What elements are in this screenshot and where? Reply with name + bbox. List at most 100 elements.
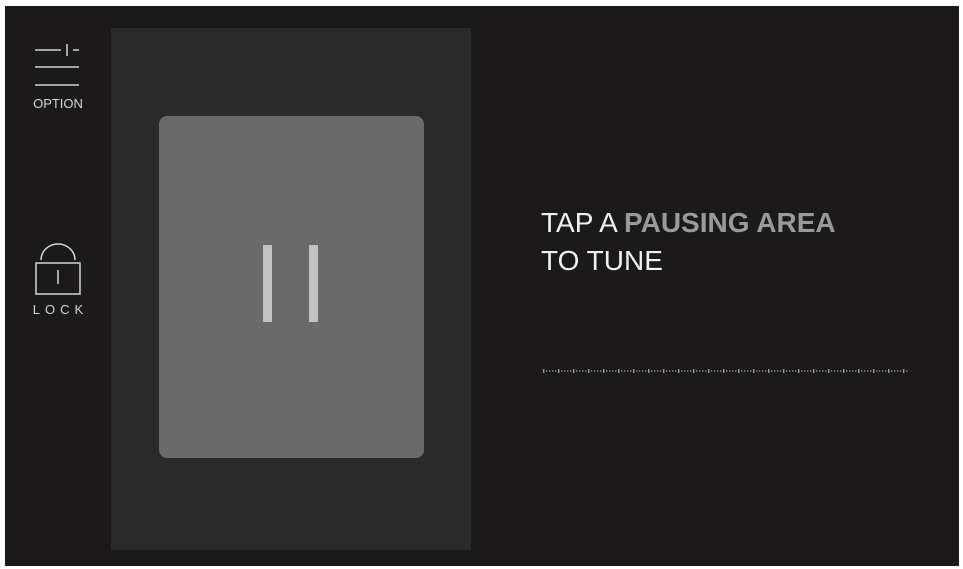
- scale-tick: [612, 370, 614, 372]
- scale-tick: [570, 370, 572, 372]
- scale-tick: [828, 369, 830, 373]
- scale-tick: [804, 370, 806, 372]
- scale-tick: [897, 370, 899, 372]
- scale-tick: [738, 369, 740, 373]
- scale-tick: [735, 370, 737, 372]
- lock-button[interactable]: LOCK: [5, 238, 111, 328]
- scale-tick: [789, 370, 791, 372]
- scale-tick: [765, 370, 767, 372]
- option-label: OPTION: [33, 96, 83, 111]
- scale-tick: [663, 369, 665, 373]
- pause-bar-left: [263, 245, 272, 322]
- scale-tick: [687, 370, 689, 372]
- scale-tick: [759, 370, 761, 372]
- scale-tick: [885, 370, 887, 372]
- scale-tick: [711, 370, 713, 372]
- scale-tick: [891, 370, 893, 372]
- scale-tick: [747, 370, 749, 372]
- scale-tick: [642, 370, 644, 372]
- scale-tick: [867, 370, 869, 372]
- scale-tick: [549, 370, 551, 372]
- scale-tick: [693, 369, 695, 373]
- sliders-icon: [35, 44, 79, 86]
- scale-tick: [600, 370, 602, 372]
- scale-tick: [621, 370, 623, 372]
- scale-tick: [900, 370, 902, 372]
- scale-tick: [876, 370, 878, 372]
- scale-tick: [819, 370, 821, 372]
- scale-tick: [816, 370, 818, 372]
- scale-tick: [786, 370, 788, 372]
- scale-tick: [879, 370, 881, 372]
- scale-tick: [555, 370, 557, 372]
- scale-tick: [831, 370, 833, 372]
- scale-tick: [837, 370, 839, 372]
- scale-tick: [606, 370, 608, 372]
- scale-tick: [564, 370, 566, 372]
- scale-tick: [744, 370, 746, 372]
- scale-tick: [672, 370, 674, 372]
- scale-tick: [615, 370, 617, 372]
- scale-tick: [666, 370, 668, 372]
- instruction-text: TAP A PAUSING AREA TO TUNE: [541, 204, 836, 280]
- lock-icon: [35, 243, 81, 295]
- scale-tick: [633, 369, 635, 373]
- scale-tick: [588, 369, 590, 373]
- tuning-scale: [543, 369, 908, 373]
- instruction-line2: TO TUNE: [541, 245, 663, 276]
- scale-tick: [579, 370, 581, 372]
- scale-tick: [705, 370, 707, 372]
- pausing-area[interactable]: [159, 116, 424, 458]
- pause-panel: [111, 28, 471, 550]
- option-button[interactable]: OPTION: [5, 42, 111, 142]
- scale-tick: [756, 370, 758, 372]
- scale-tick: [603, 369, 605, 373]
- scale-tick: [774, 370, 776, 372]
- app-screen: OPTION LOCK TAP A PAUSING AREA TO TUNE: [5, 6, 959, 566]
- scale-tick: [783, 369, 785, 373]
- scale-tick: [813, 369, 815, 373]
- scale-tick: [795, 370, 797, 372]
- scale-tick: [618, 369, 620, 373]
- scale-tick: [771, 370, 773, 372]
- scale-tick: [729, 370, 731, 372]
- scale-tick: [864, 370, 866, 372]
- scale-tick: [846, 370, 848, 372]
- scale-tick: [762, 370, 764, 372]
- scale-tick: [630, 370, 632, 372]
- scale-tick: [801, 370, 803, 372]
- scale-tick: [792, 370, 794, 372]
- scale-tick: [645, 370, 647, 372]
- scale-tick: [750, 370, 752, 372]
- scale-tick: [714, 370, 716, 372]
- scale-tick: [690, 370, 692, 372]
- scale-tick: [843, 369, 845, 373]
- scale-tick: [903, 369, 905, 373]
- instruction-highlight: PAUSING AREA: [624, 207, 836, 238]
- scale-tick: [753, 369, 755, 373]
- scale-tick: [561, 370, 563, 372]
- scale-tick: [567, 370, 569, 372]
- scale-tick: [777, 370, 779, 372]
- scale-tick: [882, 370, 884, 372]
- scale-tick: [591, 370, 593, 372]
- scale-tick: [732, 370, 734, 372]
- scale-tick: [639, 370, 641, 372]
- scale-tick: [585, 370, 587, 372]
- scale-tick: [861, 370, 863, 372]
- scale-tick: [741, 370, 743, 372]
- scale-tick: [888, 369, 890, 373]
- scale-tick: [681, 370, 683, 372]
- scale-tick: [660, 370, 662, 372]
- scale-tick: [720, 370, 722, 372]
- scale-tick: [636, 370, 638, 372]
- lock-label: LOCK: [32, 302, 89, 317]
- scale-tick: [723, 369, 725, 373]
- scale-tick: [810, 370, 812, 372]
- scale-tick: [669, 370, 671, 372]
- scale-tick: [855, 370, 857, 372]
- scale-tick: [651, 370, 653, 372]
- scale-tick: [708, 369, 710, 373]
- scale-tick: [873, 369, 875, 373]
- scale-tick: [543, 369, 545, 373]
